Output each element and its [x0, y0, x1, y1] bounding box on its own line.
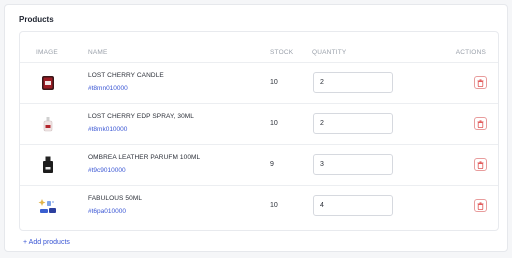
product-name: LOST CHERRY EDP SPRAY, 30ML: [88, 113, 195, 120]
trash-icon: [477, 78, 484, 87]
table-header: IMAGE NAME STOCK QUANTITY ACTIONS: [20, 32, 498, 62]
delete-button[interactable]: [474, 158, 487, 171]
product-stock: 10: [270, 120, 278, 127]
product-name: OMBREA LEATHER PARUFM 100ML: [88, 154, 201, 161]
add-products-link[interactable]: + Add products: [23, 239, 70, 246]
product-stock: 10: [270, 202, 278, 209]
delete-button[interactable]: [474, 117, 487, 130]
products-card: Products IMAGE NAME STOCK QUANTITY ACTIO…: [4, 4, 508, 252]
section-title: Products: [19, 15, 54, 24]
header-image: IMAGE: [36, 49, 58, 56]
trash-icon: [477, 201, 484, 210]
quantity-input[interactable]: [313, 113, 393, 134]
products-table: IMAGE NAME STOCK QUANTITY ACTIONS LOST C…: [19, 31, 499, 231]
sparkle-product-icon: [38, 196, 58, 216]
perfume-bottle-icon: [38, 155, 58, 175]
header-stock: STOCK: [270, 49, 294, 56]
table-row: LOST CHERRY CANDLE #t8mn010000 10: [20, 62, 498, 102]
product-sku-link[interactable]: #t6pa010000: [88, 208, 126, 215]
product-sku-link[interactable]: #t8mk010000: [88, 126, 127, 133]
header-quantity: QUANTITY: [312, 49, 347, 56]
quantity-input[interactable]: [313, 195, 393, 216]
delete-button[interactable]: [474, 76, 487, 89]
header-actions: ACTIONS: [455, 49, 486, 56]
trash-icon: [477, 160, 484, 169]
product-name: LOST CHERRY CANDLE: [88, 72, 164, 79]
table-row: FABULOUS 50ML #t6pa010000 10: [20, 185, 498, 225]
product-sku-link[interactable]: #t9c9010000: [88, 167, 126, 174]
delete-button[interactable]: [474, 199, 487, 212]
table-row: OMBREA LEATHER PARUFM 100ML #t9c9010000 …: [20, 144, 498, 184]
header-name: NAME: [88, 49, 108, 56]
quantity-input[interactable]: [313, 154, 393, 175]
table-row: LOST CHERRY EDP SPRAY, 30ML #t8mk010000 …: [20, 103, 498, 143]
trash-icon: [477, 119, 484, 128]
perfume-bottle-icon: [38, 114, 58, 134]
candle-icon: [38, 73, 58, 93]
product-sku-link[interactable]: #t8mn010000: [88, 85, 128, 92]
product-stock: 10: [270, 79, 278, 86]
product-name: FABULOUS 50ML: [88, 195, 143, 202]
quantity-input[interactable]: [313, 72, 393, 93]
product-stock: 9: [270, 161, 274, 168]
